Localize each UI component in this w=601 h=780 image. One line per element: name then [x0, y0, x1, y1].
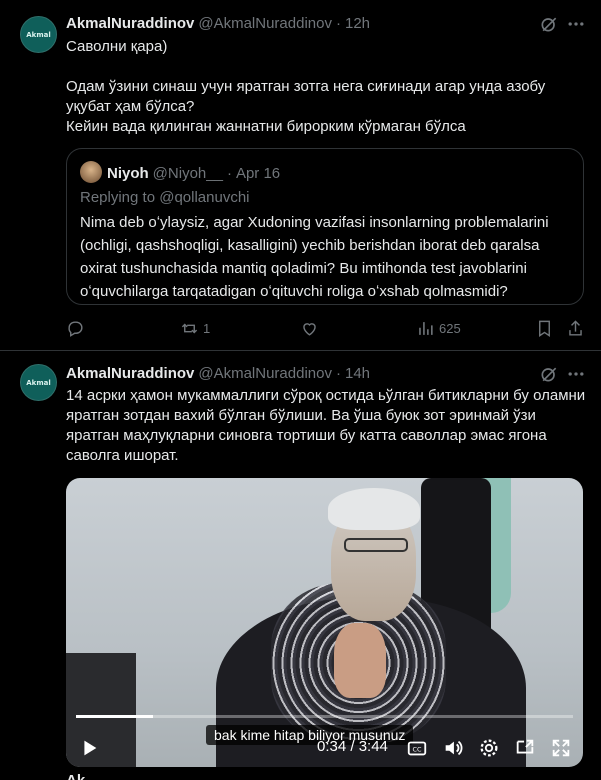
avatar[interactable]: Akmal — [20, 364, 57, 401]
tweet-text: 14 асрки ҳамон мукаммаллиги сўроқ остида… — [66, 387, 590, 464]
video-time: 0:34 / 3:44 — [317, 738, 388, 755]
dot-separator: · — [335, 14, 341, 32]
replying-to: Replying to @qollanuvchi — [80, 189, 250, 206]
reply-button[interactable] — [66, 318, 89, 338]
more-options-icon[interactable] — [566, 14, 586, 34]
views-icon — [419, 321, 433, 335]
share-button[interactable] — [566, 318, 585, 338]
action-bar: 1 625 — [66, 318, 586, 338]
timeline-feed: Akmal AkmalNuraddinov @AkmalNuraddinov ·… — [0, 0, 601, 780]
next-tweet-author-peek: Ak — [66, 772, 85, 780]
views-count: 625 — [439, 320, 461, 336]
video-controls: 0:34 / 3:44 CC — [66, 735, 583, 759]
fullscreen-icon[interactable] — [550, 737, 572, 759]
author-name[interactable]: AkmalNuraddinov — [66, 365, 194, 382]
tweet-time[interactable]: 12h — [345, 15, 370, 32]
video-figure — [334, 623, 386, 698]
author-name[interactable]: AkmalNuraddinov — [66, 15, 194, 32]
tweet[interactable]: Akmal AkmalNuraddinov @AkmalNuraddinov ·… — [0, 351, 601, 780]
dot-separator: · — [226, 164, 232, 182]
more-options-icon[interactable] — [566, 364, 586, 384]
bookmark-button[interactable] — [535, 318, 554, 338]
bookmark-icon — [539, 320, 550, 337]
reply-icon — [68, 320, 83, 337]
repost-button[interactable]: 1 — [180, 318, 210, 338]
repost-icon — [181, 323, 198, 333]
quote-author-handle[interactable]: @Niyoh__ — [153, 165, 223, 182]
tweet-header: AkmalNuraddinov @AkmalNuraddinov · 14h — [66, 363, 370, 383]
quoted-tweet[interactable]: Niyoh @Niyoh__ · Apr 16 Replying to @qol… — [66, 148, 584, 305]
captions-icon[interactable]: CC — [406, 737, 428, 759]
heart-icon — [303, 322, 316, 336]
video-progress-bar[interactable] — [76, 715, 573, 718]
svg-text:CC: CC — [413, 746, 422, 754]
tweet-text: Саволни қара) Одам ўзини синаш учун ярат… — [66, 38, 546, 135]
author-handle[interactable]: @AkmalNuraddinov — [198, 365, 332, 382]
grok-icon[interactable] — [539, 364, 559, 384]
views-button[interactable]: 625 — [416, 318, 461, 338]
video-progress-fill — [76, 715, 154, 718]
video-figure — [344, 538, 408, 552]
video-player[interactable]: bak kime hitap biliyor musunuz 0:34 / 3:… — [66, 478, 583, 767]
author-handle[interactable]: @AkmalNuraddinov — [198, 15, 332, 32]
volume-icon[interactable] — [442, 737, 464, 759]
quote-header: Niyoh @Niyoh__ · Apr 16 — [107, 163, 280, 183]
grok-icon[interactable] — [539, 14, 559, 34]
quote-author-name[interactable]: Niyoh — [107, 165, 149, 182]
video-figure — [328, 488, 420, 530]
replying-label: Replying to — [80, 189, 156, 206]
avatar-label: Akmal — [26, 30, 51, 39]
picture-in-picture-icon[interactable] — [514, 737, 536, 759]
quote-time[interactable]: Apr 16 — [236, 165, 280, 182]
settings-icon[interactable] — [478, 737, 500, 759]
repost-count: 1 — [203, 320, 211, 336]
tweet[interactable]: Akmal AkmalNuraddinov @AkmalNuraddinov ·… — [0, 0, 601, 351]
avatar[interactable]: Akmal — [20, 16, 57, 53]
tweet-time[interactable]: 14h — [345, 365, 370, 382]
quote-avatar[interactable] — [80, 161, 102, 183]
dot-separator: · — [335, 364, 341, 382]
quote-text: Nima deb oʻylaysiz, agar Xudoning vazifa… — [80, 214, 549, 300]
tweet-header: AkmalNuraddinov @AkmalNuraddinov · 12h — [66, 13, 370, 33]
like-button[interactable] — [300, 318, 323, 338]
replying-mention[interactable]: @qollanuvchi — [159, 189, 249, 206]
play-icon[interactable] — [78, 737, 100, 759]
share-icon — [569, 319, 582, 336]
avatar-label: Akmal — [26, 378, 51, 387]
